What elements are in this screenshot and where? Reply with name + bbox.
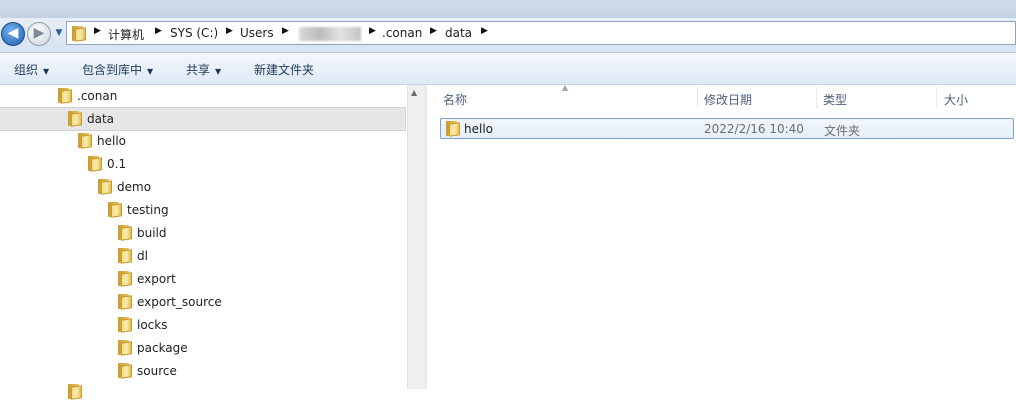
breadcrumb-conan[interactable]: .conan bbox=[382, 26, 422, 40]
tree-item-label: .conan bbox=[77, 89, 118, 103]
forward-arrow-icon: ▶ bbox=[33, 25, 45, 41]
window-title-strip bbox=[0, 0, 1016, 18]
tree-item-data[interactable]: data bbox=[0, 107, 406, 131]
include-in-library-label: 包含到库中 bbox=[82, 63, 143, 77]
folder-icon bbox=[117, 271, 133, 287]
share-label: 共享 bbox=[186, 63, 211, 77]
back-arrow-icon: ◀ bbox=[7, 25, 19, 41]
tree-item-hello[interactable]: hello bbox=[0, 130, 407, 152]
dropdown-arrow-icon: ▼ bbox=[215, 67, 222, 76]
command-toolbar: 组织 ▼ 包含到库中 ▼ 共享 ▼ 新建文件夹 bbox=[0, 53, 1016, 85]
tree-item-label: build bbox=[137, 226, 167, 240]
tree-item-label: export bbox=[137, 272, 176, 286]
include-in-library-menu[interactable]: 包含到库中 ▼ bbox=[82, 61, 153, 78]
folder-icon bbox=[117, 340, 133, 356]
column-header-type[interactable]: 类型 bbox=[823, 91, 847, 108]
tree-item-label: data bbox=[87, 112, 115, 126]
tree-item-label: export_source bbox=[137, 295, 222, 309]
chevron-right-icon[interactable]: ▶ bbox=[430, 26, 437, 36]
organize-menu[interactable]: 组织 ▼ bbox=[14, 61, 49, 78]
file-list-row[interactable]: hello 2022/2/16 10:40 文件夹 bbox=[440, 118, 1014, 139]
chevron-right-icon[interactable]: ▶ bbox=[226, 26, 233, 36]
file-modified-date: 2022/2/16 10:40 bbox=[704, 122, 804, 136]
column-header-size[interactable]: 大小 bbox=[944, 91, 968, 108]
breadcrumb-drive[interactable]: SYS (C:) bbox=[170, 26, 218, 40]
tree-item-label: 0.1 bbox=[107, 157, 127, 171]
address-bar[interactable]: ▶ 计算机 ▶ SYS (C:) ▶ Users ▶ ▶ .conan ▶ da… bbox=[66, 21, 1016, 45]
chevron-right-icon[interactable]: ▶ bbox=[369, 26, 376, 36]
recent-pages-icon[interactable]: ▼ bbox=[52, 26, 66, 40]
navigation-tree: .conan data hello 0.1 demo testing build… bbox=[0, 85, 407, 400]
folder-icon bbox=[57, 88, 73, 104]
file-name: hello bbox=[464, 122, 493, 136]
back-button[interactable]: ◀ bbox=[1, 22, 25, 46]
folder-icon bbox=[117, 363, 133, 379]
tree-item-testing[interactable]: testing bbox=[0, 199, 407, 221]
folder-icon bbox=[445, 121, 461, 137]
folder-icon bbox=[87, 156, 103, 172]
tree-item-export-source[interactable]: export_source bbox=[0, 291, 407, 313]
tree-item-label: demo bbox=[117, 180, 152, 194]
forward-button[interactable]: ▶ bbox=[27, 22, 51, 46]
breadcrumb-computer[interactable]: 计算机 bbox=[108, 26, 144, 43]
scroll-up-arrow-icon[interactable]: ▲ bbox=[411, 88, 417, 97]
tree-item-label: testing bbox=[127, 203, 169, 217]
tree-item-label: locks bbox=[137, 318, 168, 332]
tree-item-source[interactable]: source bbox=[0, 360, 407, 382]
sort-ascending-icon: ▲ bbox=[562, 83, 569, 92]
folder-icon bbox=[67, 111, 83, 127]
dropdown-arrow-icon: ▼ bbox=[43, 67, 50, 76]
folder-icon bbox=[97, 179, 113, 195]
folder-icon bbox=[117, 225, 133, 241]
tree-item-export[interactable]: export bbox=[0, 268, 407, 290]
tree-item-label: source bbox=[137, 364, 177, 378]
folder-icon bbox=[117, 317, 133, 333]
chevron-right-icon[interactable]: ▶ bbox=[94, 26, 101, 36]
tree-item-demo[interactable]: demo bbox=[0, 176, 407, 198]
column-header-bar: ▲ 名称 修改日期 类型 大小 bbox=[427, 83, 1016, 110]
column-divider[interactable] bbox=[816, 87, 817, 108]
tree-item-label: hello bbox=[97, 134, 126, 148]
tree-item-0-1[interactable]: 0.1 bbox=[0, 153, 407, 175]
chevron-right-icon[interactable]: ▶ bbox=[155, 26, 162, 36]
dropdown-arrow-icon: ▼ bbox=[147, 67, 154, 76]
column-divider[interactable] bbox=[936, 87, 937, 108]
tree-item-dl[interactable]: dl bbox=[0, 245, 407, 267]
tree-item-locks[interactable]: locks bbox=[0, 314, 407, 336]
navigation-bar: ◀ ▶ ▼ ▶ 计算机 ▶ SYS (C:) ▶ Users ▶ ▶ .cona… bbox=[0, 18, 1016, 53]
organize-label: 组织 bbox=[14, 63, 39, 77]
folder-icon bbox=[117, 248, 133, 264]
folder-icon bbox=[71, 26, 87, 42]
folder-icon bbox=[77, 133, 93, 149]
redacted-username[interactable] bbox=[299, 27, 361, 41]
chevron-right-icon[interactable]: ▶ bbox=[481, 26, 488, 36]
folder-icon bbox=[117, 294, 133, 310]
tree-scrollbar[interactable]: ▲ bbox=[407, 85, 425, 389]
tree-item-label: package bbox=[137, 341, 188, 355]
share-menu[interactable]: 共享 ▼ bbox=[186, 61, 221, 78]
folder-icon bbox=[67, 384, 83, 400]
folder-icon bbox=[107, 202, 123, 218]
tree-item-conan[interactable]: .conan bbox=[0, 85, 407, 107]
file-type: 文件夹 bbox=[824, 124, 861, 138]
tree-item-build[interactable]: build bbox=[0, 222, 407, 244]
column-divider[interactable] bbox=[697, 87, 698, 108]
column-header-name[interactable]: 名称 bbox=[443, 91, 467, 108]
chevron-right-icon[interactable]: ▶ bbox=[282, 26, 289, 36]
breadcrumb-data[interactable]: data bbox=[445, 26, 472, 40]
new-folder-button[interactable]: 新建文件夹 bbox=[254, 61, 314, 78]
breadcrumb-users[interactable]: Users bbox=[240, 26, 274, 40]
tree-item-package[interactable]: package bbox=[0, 337, 407, 359]
column-header-date[interactable]: 修改日期 bbox=[704, 91, 752, 108]
pane-splitter[interactable] bbox=[425, 85, 427, 389]
tree-item-label: dl bbox=[137, 249, 148, 263]
